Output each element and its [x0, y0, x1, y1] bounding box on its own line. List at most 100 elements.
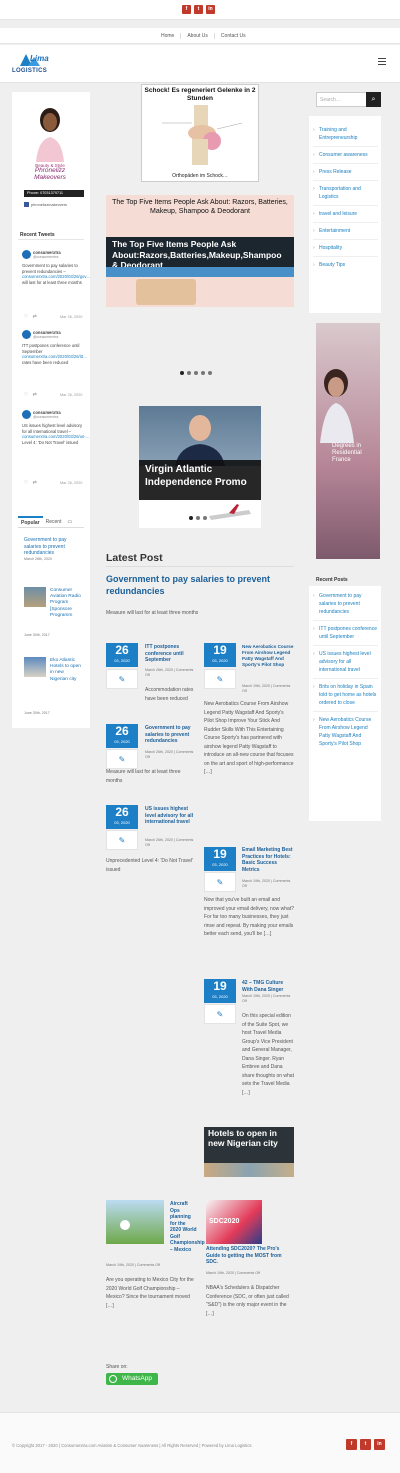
ad-title: Schock! Es regeneriert Gelenke in 2 Stun… [144, 87, 256, 102]
date-day: 26 [115, 724, 129, 738]
tweet-text: ITT postpones conference until September [22, 343, 80, 354]
post-thumb-sdc[interactable]: SDC2020 [206, 1200, 262, 1244]
tweet-link[interactable]: consumerxtra.com/2020/03/26/gov… [22, 274, 91, 279]
date-month: 03, 2020 [114, 739, 130, 744]
date-box: 26 03, 2020 [106, 724, 138, 748]
post-title[interactable]: ITT postpones conference until September [145, 644, 195, 664]
side-ad[interactable]: Degrees in Residential France [316, 323, 380, 559]
category-link[interactable]: travel and leisure [313, 206, 378, 223]
slide-title: The Top Five Items People Ask About:Razo… [106, 237, 294, 267]
post-excerpt: Unprecedented Level 4: 'Do Not Travel' i… [106, 858, 193, 873]
post-title[interactable]: New Aerobatics Course From Airshow Legen… [242, 644, 294, 668]
category-link[interactable]: Hospitality [313, 240, 378, 257]
post-title[interactable]: Attending SDC2020? The Pro's Guide to ge… [206, 1246, 294, 1266]
side-ad-text: Degrees in Residential France [332, 443, 362, 464]
date-box: 19 03, 2020 [204, 979, 236, 1003]
profile-ad[interactable]: Beauty & Style Phronelizz Makeovers [20, 104, 80, 196]
category-link[interactable]: Training and Entrepreneurship [313, 122, 378, 147]
slide-header: The Top Five Items People Ask About: Raz… [112, 199, 288, 216]
nav-home[interactable]: Home [155, 33, 182, 39]
post-title[interactable]: US issues highest level advisory for all… [145, 806, 195, 826]
tweet-handle: @consumerxtra [33, 255, 59, 259]
category-link[interactable]: Transportation and Logistics [313, 181, 378, 206]
post-format-icon[interactable]: ✎ [106, 830, 138, 850]
tweet-handle: @consumerxtra [33, 415, 59, 419]
popular-thumb[interactable] [24, 657, 46, 677]
slider-dots[interactable] [180, 371, 212, 375]
slide-2[interactable]: Virgin Atlantic Independence Promo [139, 406, 261, 528]
tweet-link[interactable]: consumerxtra.com/2020/03/26/us-… [22, 434, 90, 439]
date-day: 26 [115, 805, 129, 819]
post-format-icon[interactable]: ✎ [106, 749, 138, 769]
slide-1[interactable]: The Top Five Items People Ask About: Raz… [106, 195, 294, 307]
categories-list: Training and Entrepreneurship Consumer a… [313, 122, 378, 273]
post-format-icon[interactable]: ✎ [204, 1004, 236, 1024]
tweet-handle: @consumerxtra [33, 335, 59, 339]
hotels-image[interactable]: Hotels to open in new Nigerian city [204, 1127, 294, 1177]
date-day: 19 [213, 847, 227, 861]
date-box: 26 03, 2020 [106, 805, 138, 829]
post-format-icon[interactable]: ✎ [204, 872, 236, 892]
category-link[interactable]: Entertainment [313, 223, 378, 240]
popular-title[interactable]: Consumer Aviation Radio Program [Sponsor… [50, 588, 82, 619]
popular-item: Government to pay salaries to prevent re… [24, 537, 82, 562]
post-format-icon[interactable]: ✎ [204, 669, 236, 689]
whatsapp-icon [109, 1375, 117, 1383]
popular-date: March 26th, 2020 [24, 556, 52, 561]
tab-popular[interactable]: Popular [18, 516, 43, 527]
recent-post-link[interactable]: New Aerobatics Course From Airshow Legen… [313, 712, 378, 752]
post-meta: March 19th, 2020 | Comments Off [242, 994, 291, 1004]
popular-title[interactable]: Government to pay salaries to prevent re… [24, 537, 82, 557]
post-format-icon[interactable]: ✎ [106, 669, 138, 689]
tweet: consumerxtra @consumerxtra Government to … [22, 250, 91, 286]
date-box: 26 03, 2020 [106, 643, 138, 667]
featured-title[interactable]: Government to pay salaries to prevent re… [106, 574, 296, 597]
ad-banner[interactable]: Schock! Es regeneriert Gelenke in 2 Stun… [141, 84, 259, 182]
hotels-image-text: Hotels to open in new Nigerian city [208, 1128, 278, 1148]
tweet-text: US issues highest level advisory for all… [22, 423, 83, 434]
tab-recent[interactable]: Recent [43, 516, 65, 527]
post-title[interactable]: Government to pay salaries to prevent re… [145, 725, 195, 745]
facebook-icon[interactable]: f [182, 5, 191, 14]
category-link[interactable]: Beauty Tips [313, 257, 378, 273]
slider-dots[interactable] [189, 516, 207, 520]
nav-about[interactable]: About Us [181, 33, 215, 39]
recent-post-link[interactable]: Government to pay salaries to prevent re… [313, 588, 378, 621]
tweet-actions[interactable]: ♡ ⇄ [24, 480, 37, 486]
tweet-actions[interactable]: ♡ ⇄ [24, 314, 37, 320]
latest-post-title: Latest Post [106, 552, 163, 564]
recent-post-link[interactable]: US issues highest level advisory for all… [313, 646, 378, 679]
slide-title: Virgin Atlantic Independence Promo [139, 460, 261, 500]
popular-tabs: Popular Recent ▭ [18, 516, 84, 528]
profile-fb[interactable]: phronelizzmakeovers [24, 202, 67, 207]
linkedin-icon[interactable]: in [206, 5, 215, 14]
search-input[interactable]: Search… [316, 92, 368, 107]
tweet-text: Government to pay salaries to prevent re… [22, 263, 78, 274]
recent-post-link[interactable]: ITT postpones conference until September [313, 621, 378, 646]
tweet-actions[interactable]: ♡ ⇄ [24, 392, 37, 398]
date-box: 19 03, 2020 [204, 643, 236, 667]
tweet-link[interactable]: consumerxtra.com/2020/03/26/itt… [22, 354, 87, 359]
comments-icon[interactable]: ▭ [64, 516, 75, 527]
popular-thumb[interactable] [24, 587, 46, 607]
category-link[interactable]: Consumer awareness [313, 147, 378, 164]
post-thumb-golf[interactable] [106, 1200, 164, 1244]
search-icon[interactable]: ⌕ [366, 92, 381, 107]
site-logo[interactable]: Lima LOGISTICS [12, 52, 52, 78]
linkedin-icon[interactable]: in [374, 1439, 385, 1450]
whatsapp-button[interactable]: WhatsApp [106, 1373, 158, 1385]
category-link[interactable]: Press Release [313, 164, 378, 181]
nav-contact[interactable]: Contact Us [215, 33, 252, 39]
menu-icon[interactable] [378, 58, 386, 65]
post-title[interactable]: Email Marketing Best Practices for Hotel… [242, 847, 294, 873]
popular-title[interactable]: Eko Atlantic Hotels to open in new Niger… [50, 658, 82, 683]
top-nav: Home About Us Contact Us [155, 33, 252, 39]
twitter-icon[interactable]: t [194, 5, 203, 14]
twitter-icon[interactable]: t [360, 1439, 371, 1450]
date-month: 03, 2020 [212, 994, 228, 999]
recent-post-link[interactable]: Brits on holiday in Spain told to get ho… [313, 679, 378, 712]
facebook-icon[interactable]: f [346, 1439, 357, 1450]
post-title[interactable]: 42 – TMG Culture With Dana Singer [242, 980, 294, 993]
recent-tweets-title: Recent Tweets [20, 232, 55, 238]
post-title[interactable]: Aircraft Ops planning for the 2020 World… [170, 1201, 205, 1253]
